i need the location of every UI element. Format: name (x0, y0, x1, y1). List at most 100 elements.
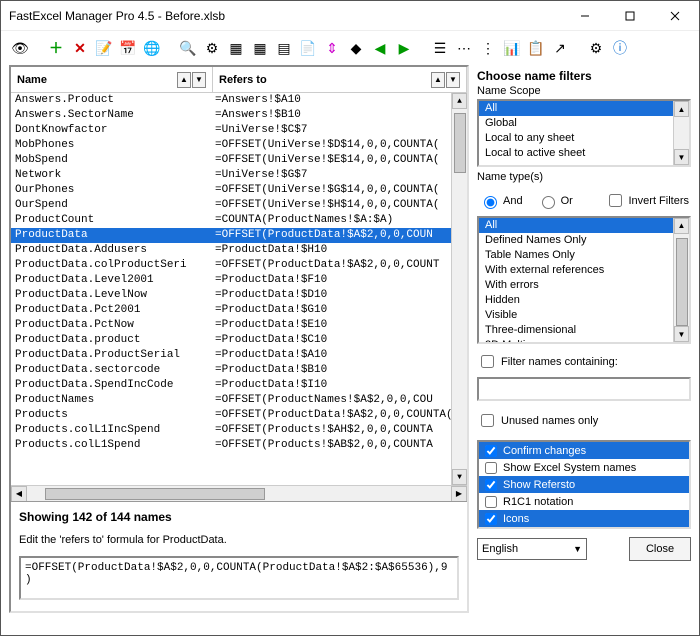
table-row[interactable]: ProductData.product=ProductData!$C10 (11, 333, 467, 348)
logic-and-radio[interactable]: And (479, 193, 523, 209)
types-thumb[interactable] (676, 238, 688, 326)
options-listbox[interactable]: Confirm changesShow Excel System namesSh… (477, 440, 691, 529)
scope-listbox[interactable]: AllGlobalLocal to any sheetLocal to acti… (477, 99, 691, 167)
scroll-left-button[interactable]: ◀ (11, 486, 27, 502)
column-header-refers[interactable]: Refers to ▲ ▼ (213, 67, 467, 92)
table-row[interactable]: ProductData.LevelNow=ProductData!$D10 (11, 288, 467, 303)
list-item[interactable]: Global (479, 116, 689, 131)
option-checkbox[interactable] (485, 513, 497, 525)
table-row[interactable]: ProductData.Pct2001=ProductData!$G10 (11, 303, 467, 318)
table-row[interactable]: Answers.SectorName=Answers!$B10 (11, 108, 467, 123)
arrows-icon[interactable]: ◆ (345, 37, 367, 59)
table-row[interactable]: Products=OFFSET(ProductData!$A$2,0,0,COU… (11, 408, 467, 423)
list-item[interactable]: Hidden (479, 293, 689, 308)
table-row[interactable]: ProductCount=COUNTA(ProductNames!$A:$A) (11, 213, 467, 228)
table-row[interactable]: ProductData.SpendIncCode=ProductData!$I1… (11, 378, 467, 393)
table-row[interactable]: Answers.Product=Answers!$A10 (11, 93, 467, 108)
table-row[interactable]: ProductData.Addusers=ProductData!$H10 (11, 243, 467, 258)
table-row[interactable]: OurPhones=OFFSET(UniVerse!$G$14,0,0,COUN… (11, 183, 467, 198)
table-icon[interactable]: ▤ (273, 37, 295, 59)
scroll-up-button[interactable]: ▲ (452, 93, 467, 109)
hscroll-thumb[interactable] (45, 488, 265, 500)
list-item[interactable]: All (479, 101, 689, 116)
option-row[interactable]: Show Refersto (479, 476, 689, 493)
scroll-down-button[interactable]: ▼ (452, 469, 467, 485)
contain-input[interactable] (477, 377, 691, 401)
scope-scroll-up[interactable]: ▲ (674, 101, 689, 117)
list-item[interactable]: Visible (479, 308, 689, 323)
option-row[interactable]: R1C1 notation (479, 493, 689, 510)
expand-icon[interactable]: ⇕ (321, 37, 343, 59)
option-checkbox[interactable] (485, 479, 497, 491)
types-scrollbar[interactable]: ▲ ▼ (673, 218, 689, 342)
formula-input[interactable] (19, 556, 459, 600)
close-button[interactable]: Close (629, 537, 691, 561)
table-row[interactable]: ProductData.colProductSeri=OFFSET(Produc… (11, 258, 467, 273)
search-icon[interactable]: 🔍 (177, 37, 199, 59)
table-row[interactable]: Network=UniVerse!$G$7 (11, 168, 467, 183)
table-row[interactable]: Products.colL1Spend=OFFSET(Products!$AB$… (11, 438, 467, 453)
edit-icon[interactable]: 📝 (93, 37, 115, 59)
horizontal-scrollbar[interactable]: ◀ ▶ (11, 485, 467, 501)
list-item[interactable]: All (479, 218, 689, 233)
table-row[interactable]: ProductData.PctNow=ProductData!$E10 (11, 318, 467, 333)
sort-refers-asc[interactable]: ▲ (431, 72, 445, 88)
language-select[interactable]: English (477, 538, 587, 560)
add-icon[interactable]: ＋ (45, 37, 67, 59)
option-row[interactable]: Icons (479, 510, 689, 527)
scope-scrollbar[interactable]: ▲ ▼ (673, 101, 689, 165)
table-row[interactable]: MobPhones=OFFSET(UniVerse!$D$14,0,0,COUN… (11, 138, 467, 153)
lightning-icon[interactable]: ⚙ (201, 37, 223, 59)
list-item[interactable]: Local to active sheet (479, 146, 689, 161)
logic-or-radio[interactable]: Or (537, 193, 573, 209)
export-icon[interactable]: ↗ (549, 37, 571, 59)
clipboard-icon[interactable]: 📋 (525, 37, 547, 59)
grid-icon[interactable]: ▦ (225, 37, 247, 59)
table-row[interactable]: OurSpend=OFFSET(UniVerse!$H$14,0,0,COUNT… (11, 198, 467, 213)
list-icon[interactable]: ☰ (429, 37, 451, 59)
close-window-button[interactable] (652, 2, 697, 30)
dots-icon[interactable]: ⋮ (477, 37, 499, 59)
option-row[interactable]: Show Excel System names (479, 459, 689, 476)
option-checkbox[interactable] (485, 496, 497, 508)
list-item[interactable]: Three-dimensional (479, 323, 689, 338)
sheet-icon[interactable]: 📄 (297, 37, 319, 59)
maximize-button[interactable] (607, 2, 652, 30)
right-icon[interactable]: ▶ (393, 37, 415, 59)
list-item[interactable]: Local to any sheet (479, 131, 689, 146)
help-icon[interactable]: ⓘ (609, 37, 631, 59)
types-listbox[interactable]: AllDefined Names OnlyTable Names OnlyWit… (477, 216, 691, 344)
table-row[interactable]: ProductData.ProductSerial=ProductData!$A… (11, 348, 467, 363)
contain-checkbox[interactable] (481, 355, 494, 368)
table-row[interactable]: ProductData=OFFSET(ProductData!$A$2,0,0,… (11, 228, 467, 243)
types-scroll-down[interactable]: ▼ (674, 326, 689, 342)
invert-checkbox[interactable]: Invert Filters (605, 191, 689, 210)
list-item[interactable]: With external references (479, 263, 689, 278)
vertical-scrollbar[interactable]: ▲ ▼ (451, 93, 467, 485)
option-row[interactable]: Confirm changes (479, 442, 689, 459)
table-row[interactable]: DontKnowfactor=UniVerse!$C$7 (11, 123, 467, 138)
chart-icon[interactable]: ⋯ (453, 37, 475, 59)
scroll-thumb[interactable] (454, 113, 466, 173)
table-row[interactable]: ProductData.Level2001=ProductData!$F10 (11, 273, 467, 288)
left-icon[interactable]: ◀ (369, 37, 391, 59)
list-item[interactable]: With errors (479, 278, 689, 293)
calendar-icon[interactable]: 📅 (117, 37, 139, 59)
scope-scroll-down[interactable]: ▼ (674, 149, 689, 165)
sort-refers-desc[interactable]: ▼ (446, 72, 460, 88)
minimize-button[interactable] (562, 2, 607, 30)
scroll-right-button[interactable]: ▶ (451, 486, 467, 502)
unused-checkbox[interactable] (481, 414, 494, 427)
table-row[interactable]: MobSpend=OFFSET(UniVerse!$E$14,0,0,COUNT… (11, 153, 467, 168)
list-item[interactable]: 2D Multi-area (479, 338, 689, 344)
eye-icon[interactable]: 👁 (9, 37, 31, 59)
list-item[interactable]: Defined Names Only (479, 233, 689, 248)
sort-name-asc[interactable]: ▲ (177, 72, 191, 88)
gear-icon[interactable]: ⚙ (585, 37, 607, 59)
list-item[interactable]: Table Names Only (479, 248, 689, 263)
column-header-name[interactable]: Name ▲ ▼ (11, 67, 213, 92)
delete-icon[interactable]: ✕ (69, 37, 91, 59)
table-row[interactable]: Products.colL1IncSpend=OFFSET(Products!$… (11, 423, 467, 438)
names-grid[interactable]: Answers.Product=Answers!$A10Answers.Sect… (11, 93, 467, 485)
report-icon[interactable]: 📊 (501, 37, 523, 59)
